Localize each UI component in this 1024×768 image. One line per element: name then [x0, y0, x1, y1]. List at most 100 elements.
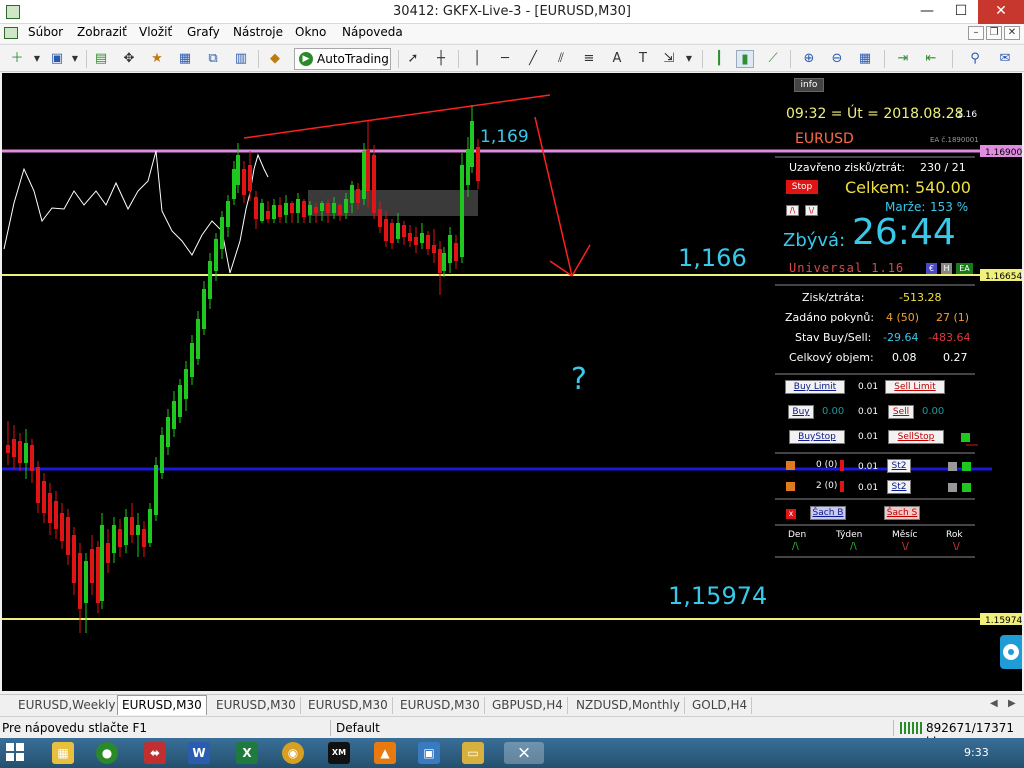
strategy-tester-icon[interactable]: ⧉ — [204, 50, 222, 68]
tab-scroll-left-icon[interactable]: ◀ — [990, 698, 998, 709]
chat-icon[interactable]: ✉ — [996, 50, 1014, 68]
tab-eurusd-m30-3[interactable]: EURUSD,M30 — [304, 697, 393, 714]
arrow-shaft[interactable] — [534, 116, 573, 277]
mdi-close-button[interactable]: ✕ — [1004, 26, 1020, 40]
terminal-app-icon[interactable]: ▣ — [418, 742, 440, 764]
vlc-app-icon[interactable]: ▲ — [374, 742, 396, 764]
info-button[interactable]: info — [794, 78, 824, 92]
profiles-icon[interactable]: ▣ — [48, 50, 66, 68]
menu-grafy[interactable]: Grafy — [187, 25, 220, 39]
chart-shift-icon[interactable]: ⇤ — [922, 50, 940, 68]
maximize-button[interactable]: ☐ — [944, 0, 978, 24]
crosshair-move-icon[interactable]: ✥ — [120, 50, 138, 68]
network-app-icon[interactable]: ⬌ — [144, 742, 166, 764]
chrome-app-icon[interactable]: ◉ — [282, 742, 304, 764]
menu-subor[interactable]: Súbor — [28, 25, 63, 39]
row2-st2-button[interactable]: St2 — [887, 480, 911, 494]
menu-zobrazit[interactable]: Zobraziť — [77, 25, 127, 39]
tab-eurusd-m30-2[interactable]: EURUSD,M30 — [212, 697, 301, 714]
row1-green-icon[interactable] — [962, 462, 971, 471]
chart-area[interactable]: 1,169 1,166 ? 1,15974 1.16900 1.16654 1.… — [2, 73, 1022, 691]
vertical-line-icon[interactable]: │ — [468, 50, 486, 68]
badge-h[interactable]: H — [941, 263, 952, 274]
equidistant-channel-icon[interactable]: ⫽ — [552, 50, 570, 68]
trend-mark-rok: \/ — [953, 541, 960, 552]
annotation-low: 1,15974 — [668, 582, 767, 610]
line-chart-icon[interactable]: ⟋ — [764, 50, 782, 68]
terminal-icon[interactable]: ▦ — [176, 50, 194, 68]
tab-gbpusd-h4[interactable]: GBPUSD,H4 — [488, 697, 568, 714]
teamviewer-side-button[interactable] — [1000, 635, 1022, 669]
market-watch-icon[interactable]: ▤ — [92, 50, 110, 68]
candle-bullish — [396, 223, 400, 239]
row1-grey-icon[interactable] — [948, 462, 957, 471]
stop-button[interactable]: Stop — [786, 180, 818, 194]
word-app-icon[interactable]: W — [188, 742, 210, 764]
sell-limit-button[interactable]: Sell Limit — [885, 380, 945, 394]
navigator-icon[interactable]: ▥ — [232, 50, 250, 68]
trendline-icon[interactable]: ╱ — [524, 50, 542, 68]
candlestick-chart-icon[interactable]: ▮ — [736, 50, 754, 68]
row2-minus-icon[interactable] — [786, 482, 795, 491]
text-box-icon[interactable]: T — [634, 50, 652, 68]
menu-napoveda[interactable]: Nápoveda — [342, 25, 403, 39]
sell-button[interactable]: Sell — [888, 405, 914, 419]
buystop-button[interactable]: BuyStop — [789, 430, 845, 444]
minimize-button[interactable]: — — [910, 0, 944, 24]
bar-chart-icon[interactable]: ┃ — [710, 50, 728, 68]
sach-b-button[interactable]: Šach B — [810, 506, 846, 520]
row1-st2-button[interactable]: St2 — [887, 459, 911, 473]
dropdown-arrow-icon[interactable]: ▼ — [680, 50, 698, 68]
xm-app-icon[interactable]: XM — [328, 742, 350, 764]
tab-eurusd-weekly[interactable]: EURUSD,Weekly — [14, 697, 121, 714]
row1-minus-icon[interactable] — [786, 461, 795, 470]
mdi-restore-button[interactable]: ❐ — [986, 26, 1002, 40]
close-all-button[interactable]: x — [786, 509, 796, 519]
metatrader-app-icon[interactable]: ⨉ — [504, 742, 544, 764]
tab-eurusd-m30-active[interactable]: EURUSD,M30 — [117, 695, 207, 715]
tab-gold-h4[interactable]: GOLD,H4 — [688, 697, 753, 714]
text-label-icon[interactable]: A — [608, 50, 626, 68]
row2-green-icon[interactable] — [962, 483, 971, 492]
autotrading-button[interactable]: ▶ AutoTrading — [294, 48, 391, 70]
buy-button[interactable]: Buy — [788, 405, 814, 419]
close-button[interactable]: ✕ — [978, 0, 1024, 24]
metaeditor-icon[interactable]: ◆ — [266, 50, 284, 68]
candle-bearish — [402, 225, 406, 237]
horizontal-line-icon[interactable]: ─ — [496, 50, 514, 68]
menu-nastroje[interactable]: Nástroje — [233, 25, 283, 39]
up-mode-icon[interactable]: /\ — [786, 205, 799, 216]
sellstop-button[interactable]: SellStop — [888, 430, 944, 444]
zoom-in-icon[interactable]: ⊕ — [800, 50, 818, 68]
tab-scroll-right-icon[interactable]: ▶ — [1008, 698, 1016, 709]
cursor-icon[interactable]: ➚ — [404, 50, 422, 68]
badge-ea[interactable]: EA — [956, 263, 973, 274]
windows-start-icon[interactable] — [6, 743, 26, 763]
tab-nzdusd-monthly[interactable]: NZDUSD,Monthly — [572, 697, 685, 714]
row2-grey-icon[interactable] — [948, 483, 957, 492]
menu-okno[interactable]: Okno — [295, 25, 326, 39]
menu-vlozit[interactable]: Vložiť — [139, 25, 172, 39]
tile-windows-icon[interactable]: ▦ — [856, 50, 874, 68]
autoscroll-icon[interactable]: ⇥ — [894, 50, 912, 68]
favorites-star-icon[interactable]: ★ — [148, 50, 166, 68]
excel-app-icon[interactable]: X — [236, 742, 258, 764]
sach-s-button[interactable]: Šach S — [884, 506, 920, 520]
crosshair-icon[interactable]: ┼ — [432, 50, 450, 68]
explorer-app-icon[interactable]: ▦ — [52, 742, 74, 764]
browser-app-icon[interactable]: ● — [96, 742, 118, 764]
chart-window-icon[interactable] — [4, 27, 18, 39]
fibonacci-icon[interactable]: ≡ — [580, 50, 598, 68]
buy-limit-button[interactable]: Buy Limit — [785, 380, 845, 394]
mdi-minimize-button[interactable]: – — [968, 26, 984, 40]
arrows-icon[interactable]: ⇲ — [660, 50, 678, 68]
badge-euro[interactable]: € — [926, 263, 937, 274]
dropdown-arrow-icon[interactable]: ▼ — [66, 50, 84, 68]
search-icon[interactable]: ⚲ — [966, 50, 984, 68]
zoom-out-icon[interactable]: ⊖ — [828, 50, 846, 68]
dropdown-arrow-icon[interactable]: ▼ — [28, 50, 46, 68]
folder-app-icon[interactable]: ▭ — [462, 742, 484, 764]
down-mode-icon[interactable]: \/ — [805, 205, 818, 216]
new-chart-icon[interactable]: ＋ — [8, 50, 26, 68]
tab-eurusd-m30-4[interactable]: EURUSD,M30 — [396, 697, 485, 714]
